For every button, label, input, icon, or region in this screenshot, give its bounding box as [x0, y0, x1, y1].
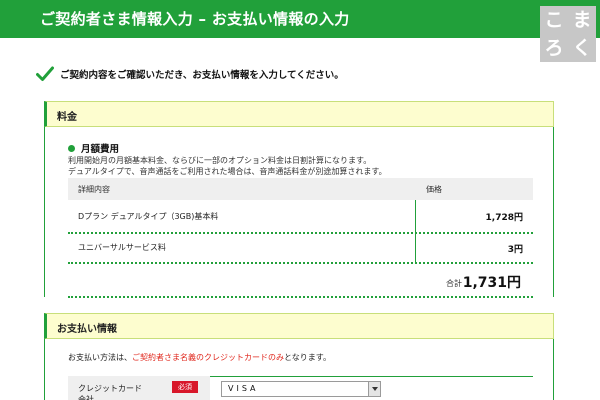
fee-section-border-right [553, 127, 554, 297]
table-row: Dプラン デュアルタイプ（3GB)基本料 1,728円 [68, 200, 533, 232]
payment-method-note: お支払い方法は、ご契約者さま名義のクレジットカードのみとなります。 [68, 352, 331, 363]
total-value: 1,731円 [462, 275, 521, 291]
fee-section-header: 料金 [44, 101, 554, 127]
row-label: Dプラン デュアルタイプ（3GB)基本料 [78, 212, 219, 221]
monthly-fee-heading: 月額費用 [81, 144, 120, 155]
fee-note-line-2: デュアルタイプで、音声通話をご利用された場合は、音声通話料金が別途加算されます。 [68, 167, 387, 176]
intro-message: ご契約内容をご確認いただき、お支払い情報を入力してください。 [36, 64, 344, 84]
card-company-selected-value: VISA [228, 384, 259, 393]
card-company-select[interactable]: VISA [221, 381, 381, 397]
fee-section-border-left [44, 127, 45, 297]
table-row: ユニバーサルサービス料 3円 [68, 234, 533, 262]
payment-section-header: お支払い情報 [44, 313, 554, 339]
credit-card-company-label: クレジットカード 会社 [78, 383, 142, 400]
total-label: 合計 [446, 279, 462, 288]
payment-section-border-left [44, 339, 45, 400]
row-label: ユニバーサルサービス料 [78, 243, 166, 252]
page-title: ご契約者さま情報入力 – お支払い情報の入力 [40, 10, 350, 28]
monthly-fee-title: 月額費用 [68, 141, 119, 155]
page-header: ご契約者さま情報入力 – お支払い情報の入力 [0, 0, 600, 38]
payment-note-prefix: お支払い方法は、 [68, 353, 132, 362]
bullet-dot-icon [68, 144, 75, 152]
payment-note-highlight: ご契約者さま名義のクレジットカードのみ [132, 353, 284, 362]
logo-char-1: こ [542, 8, 566, 32]
site-logo: こ ま ろ く [540, 6, 596, 62]
required-badge: 必須 [172, 381, 198, 393]
chevron-down-icon [372, 387, 378, 391]
column-divider [415, 234, 416, 262]
logo-char-3: ろ [542, 36, 566, 60]
logo-char-2: ま [570, 8, 594, 32]
label-line-2: 会社 [78, 395, 94, 400]
total-divider [68, 296, 533, 298]
intro-text: ご契約内容をご確認いただき、お支払い情報を入力してください。 [60, 70, 344, 81]
fee-table-header: 詳細内容 価格 [68, 178, 533, 200]
row-price: 3円 [507, 245, 523, 255]
column-divider [415, 200, 416, 232]
row-divider [68, 262, 533, 264]
col-header-price: 価格 [426, 185, 442, 194]
row-price: 1,728円 [485, 213, 523, 223]
check-icon [36, 66, 54, 81]
select-dropdown-button[interactable] [368, 382, 380, 396]
fee-section-heading: 料金 [57, 112, 77, 123]
payment-note-suffix: となります。 [284, 353, 331, 362]
payment-section-border-right [553, 339, 554, 400]
logo-char-4: く [570, 36, 594, 60]
payment-section-heading: お支払い情報 [57, 324, 117, 335]
col-header-detail: 詳細内容 [78, 185, 110, 194]
fee-note-line-1: 利用開始月の月額基本料金、ならびに一部のオプション料金は日割計算になります。 [68, 156, 372, 165]
label-line-1: クレジットカード [78, 384, 142, 393]
